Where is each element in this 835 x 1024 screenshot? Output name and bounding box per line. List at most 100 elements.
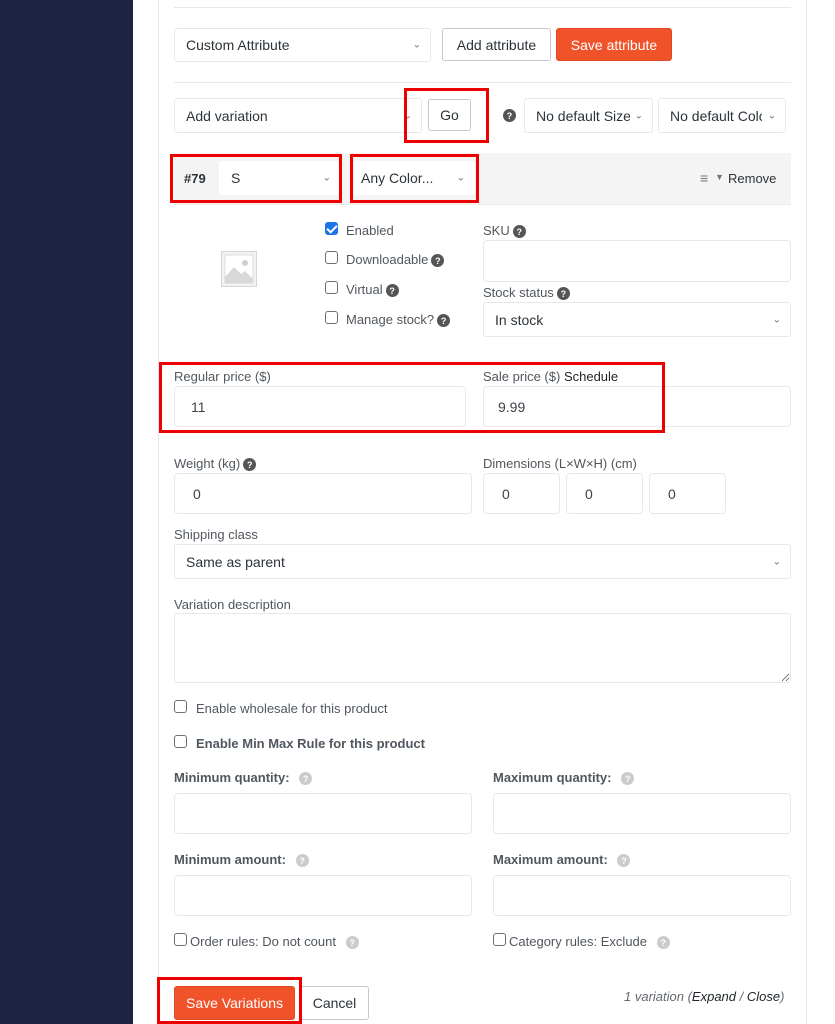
- dimensions-label: Dimensions (L×W×H) (cm): [483, 456, 637, 471]
- default-color-select[interactable]: No default Colo… ⌄: [658, 98, 786, 133]
- chevron-down-icon: ⌄: [403, 110, 412, 121]
- admin-sidebar: [0, 0, 133, 1024]
- min-quantity-input[interactable]: [174, 793, 472, 834]
- help-icon[interactable]: ?: [431, 254, 445, 268]
- help-icon[interactable]: ?: [345, 936, 359, 950]
- help-icon[interactable]: ?: [243, 458, 257, 472]
- select-value: Any Color...: [361, 170, 434, 186]
- select-value: Custom Attribute: [186, 37, 290, 53]
- virtual-text: Virtual: [346, 282, 383, 297]
- help-icon[interactable]: ?: [512, 225, 526, 239]
- separator: /: [736, 989, 747, 1004]
- divider: [174, 82, 791, 83]
- chevron-down-icon: ⌄: [322, 172, 331, 184]
- select-value: No default Colo…: [670, 107, 762, 124]
- regular-price-input[interactable]: 11: [174, 386, 466, 427]
- chevron-down-icon: ⌄: [772, 556, 781, 567]
- sku-label: SKU?: [483, 223, 526, 239]
- manage-stock-label: Manage stock??: [346, 312, 451, 328]
- downloadable-label: Downloadable?: [346, 252, 445, 268]
- width-input[interactable]: 0: [566, 473, 643, 514]
- close-link[interactable]: Close: [747, 989, 780, 1004]
- stock-status-text: Stock status: [483, 285, 554, 300]
- divider: [174, 7, 791, 8]
- help-icon[interactable]: ?: [656, 936, 670, 950]
- order-rules-checkbox[interactable]: [174, 933, 187, 946]
- variation-color-select[interactable]: Any Color... ⌄: [354, 161, 475, 195]
- enable-minmax-checkbox[interactable]: [174, 735, 187, 748]
- save-variations-button[interactable]: Save Variations: [174, 986, 295, 1020]
- virtual-checkbox[interactable]: [325, 281, 338, 294]
- variation-size-select[interactable]: S ⌄: [219, 161, 341, 195]
- weight-text: Weight (kg): [174, 456, 241, 471]
- enable-minmax-label: Enable Min Max Rule for this product: [196, 736, 425, 751]
- help-icon[interactable]: ?: [621, 772, 635, 786]
- default-size-select[interactable]: No default Size… ⌄: [524, 98, 653, 133]
- chevron-down-icon: ⌄: [456, 172, 465, 184]
- order-rules-text: Order rules: Do not count: [190, 934, 336, 949]
- sku-input[interactable]: [483, 240, 791, 282]
- select-value: S: [231, 170, 241, 186]
- variation-id: #79: [184, 171, 206, 186]
- variation-count: 1 variation (Expand / Close): [624, 989, 784, 1004]
- enable-wholesale-checkbox[interactable]: [174, 700, 187, 713]
- height-input[interactable]: 0: [649, 473, 726, 514]
- select-value: Same as parent: [186, 553, 285, 570]
- min-quantity-label: Minimum quantity: ?: [174, 770, 313, 786]
- min-amount-input[interactable]: [174, 875, 472, 916]
- order-rules-label: Order rules: Do not count ?: [190, 934, 359, 950]
- chevron-down-icon: ⌄: [412, 39, 421, 51]
- weight-label: Weight (kg)?: [174, 456, 257, 472]
- sale-price-label: Sale price ($) Schedule: [483, 369, 618, 384]
- paren-close: ): [780, 989, 785, 1004]
- chevron-down-icon: ⌄: [772, 314, 781, 325]
- manage-stock-checkbox[interactable]: [325, 311, 338, 324]
- sale-price-input[interactable]: 9.99: [483, 386, 791, 427]
- select-value: In stock: [495, 311, 544, 328]
- chevron-down-icon: ⌄: [634, 110, 643, 121]
- max-amount-label: Maximum amount: ?: [493, 852, 631, 868]
- drag-handle-icon[interactable]: ≡: [700, 170, 708, 186]
- length-input[interactable]: 0: [483, 473, 560, 514]
- select-value: No default Size…: [536, 107, 630, 124]
- image-placeholder-icon[interactable]: [221, 251, 257, 287]
- help-icon[interactable]: ?: [503, 109, 516, 122]
- sale-price-text: Sale price ($): [483, 369, 561, 384]
- category-rules-checkbox[interactable]: [493, 933, 506, 946]
- expand-link[interactable]: Expand: [692, 989, 736, 1004]
- stock-status-label: Stock status?: [483, 285, 570, 301]
- cancel-button[interactable]: Cancel: [300, 986, 369, 1020]
- help-icon[interactable]: ?: [617, 854, 631, 868]
- max-amount-input[interactable]: [493, 875, 791, 916]
- description-textarea[interactable]: [174, 613, 791, 683]
- enabled-label: Enabled: [346, 223, 394, 238]
- save-attribute-button[interactable]: Save attribute: [556, 28, 672, 61]
- add-attribute-button[interactable]: Add attribute: [442, 28, 551, 61]
- chevron-down-icon: ⌄: [767, 110, 776, 121]
- sku-text: SKU: [483, 223, 510, 238]
- go-button[interactable]: Go: [428, 99, 471, 131]
- max-amount-text: Maximum amount:: [493, 852, 608, 867]
- help-icon[interactable]: ?: [295, 854, 309, 868]
- help-icon[interactable]: ?: [556, 287, 570, 301]
- min-quantity-text: Minimum quantity:: [174, 770, 290, 785]
- weight-input[interactable]: 0: [174, 473, 472, 514]
- variation-count-text: 1 variation (: [624, 989, 692, 1004]
- max-quantity-label: Maximum quantity: ?: [493, 770, 635, 786]
- max-quantity-input[interactable]: [493, 793, 791, 834]
- category-rules-label: Category rules: Exclude ?: [509, 934, 670, 950]
- custom-attribute-select[interactable]: Custom Attribute ⌄: [174, 28, 431, 62]
- stock-status-select[interactable]: In stock ⌄: [483, 302, 791, 337]
- schedule-link[interactable]: Schedule: [564, 369, 618, 384]
- remove-link[interactable]: Remove: [728, 171, 776, 186]
- virtual-label: Virtual?: [346, 282, 399, 298]
- enabled-checkbox[interactable]: [325, 222, 338, 235]
- category-rules-text: Category rules: Exclude: [509, 934, 648, 949]
- downloadable-checkbox[interactable]: [325, 251, 338, 264]
- caret-down-icon[interactable]: ▼: [715, 172, 724, 182]
- shipping-class-select[interactable]: Same as parent ⌄: [174, 544, 791, 579]
- help-icon[interactable]: ?: [299, 772, 313, 786]
- help-icon[interactable]: ?: [437, 314, 451, 328]
- help-icon[interactable]: ?: [385, 284, 399, 298]
- variation-action-select[interactable]: Add variation ⌄: [174, 98, 422, 133]
